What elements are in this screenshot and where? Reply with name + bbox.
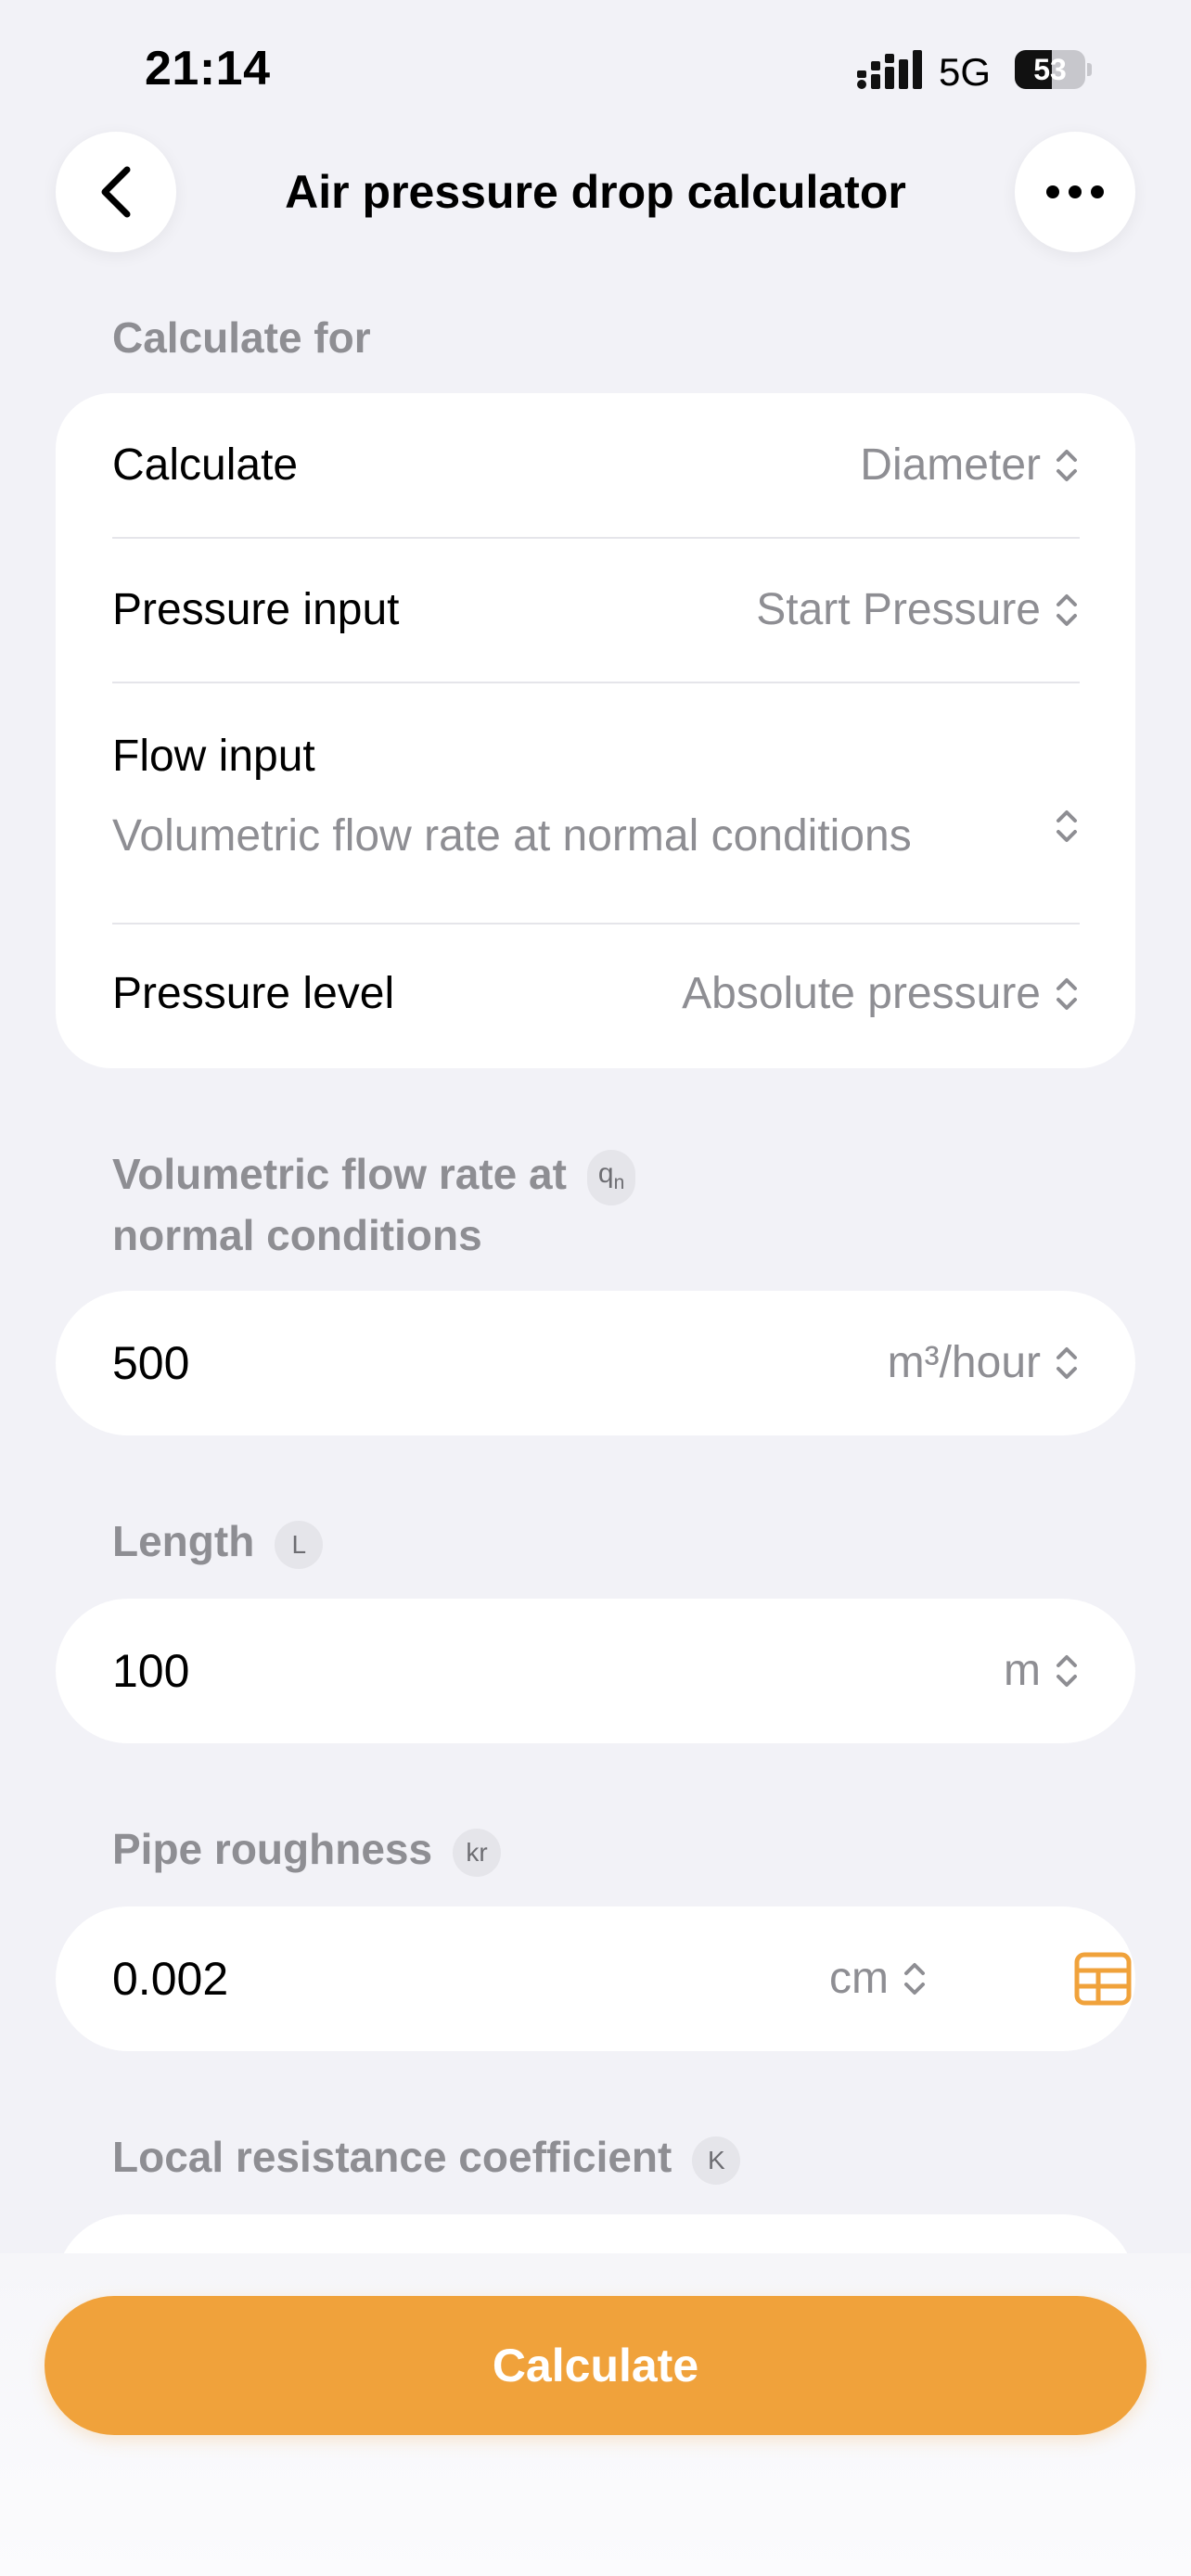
pressure-input-value: Start Pressure [756, 580, 1080, 640]
pipe-roughness-unit: cm [829, 1954, 889, 2003]
flow-input-selector[interactable]: Flow input Volumetric flow rate at norma… [56, 682, 1135, 924]
table-icon[interactable] [1074, 1952, 1132, 2006]
pressure-level-selector[interactable]: Pressure level Absolute pressure [56, 924, 1135, 1068]
length-label: Length L [112, 1511, 324, 1571]
app-screen: 21:14 5G 53 Air pressure drop calculator [0, 0, 1191, 2576]
chevron-up-down-icon [1057, 1347, 1077, 1379]
pressure-level-value: Absolute pressure [682, 964, 1080, 1024]
calculate-value-text: Diameter [860, 440, 1041, 490]
chevron-up-down-icon [1057, 978, 1077, 1010]
chevron-up-down-icon [1057, 594, 1077, 626]
length-field: m [56, 1599, 1135, 1743]
flow-rate-label-line1: Volumetric flow rate at [112, 1150, 567, 1198]
calculate-value: Diameter [860, 436, 1080, 495]
flow-input-value-text: Volumetric flow rate at normal condition… [112, 811, 912, 861]
flow-rate-label-line2: normal conditions [112, 1211, 482, 1259]
local-resistance-label: Local resistance coefficient K [112, 2127, 741, 2187]
chevron-left-icon [101, 166, 131, 218]
flow-rate-label: Volumetric flow rate at qn [112, 1144, 636, 1205]
battery-level: 53 [1033, 53, 1067, 86]
flow-rate-symbol-tag: qn [586, 1149, 636, 1205]
calculate-selector[interactable]: Calculate Diameter [56, 393, 1135, 538]
back-button[interactable] [56, 132, 176, 252]
length-label-text: Length [112, 1517, 255, 1565]
flow-input-label: Flow input [112, 732, 315, 781]
flow-rate-symbol: q [597, 1157, 614, 1189]
flow-rate-field: m³/hour [56, 1291, 1135, 1435]
ellipsis-icon [1046, 185, 1104, 198]
length-unit-selector[interactable]: m [1004, 1641, 1080, 1701]
pressure-level-label: Pressure level [112, 969, 395, 1018]
pressure-input-label: Pressure input [112, 585, 400, 634]
flow-rate-symbol-subscript: n [613, 1171, 625, 1193]
calculate-for-heading: Calculate for [112, 313, 371, 362]
chevron-up-down-icon [1057, 450, 1077, 481]
cellular-signal-icon [857, 50, 922, 89]
calculate-label: Calculate [112, 440, 299, 490]
pipe-roughness-field: cm [56, 1906, 1135, 2051]
local-resistance-symbol-tag: K [692, 2136, 741, 2185]
pipe-roughness-label-text: Pipe roughness [112, 1825, 433, 1873]
chevron-up-down-icon [904, 1963, 925, 1995]
flow-rate-unit: m³/hour [887, 1338, 1041, 1387]
flow-rate-input[interactable] [112, 1333, 762, 1393]
length-unit: m [1004, 1646, 1041, 1695]
page-title: Air pressure drop calculator [285, 166, 906, 218]
pressure-level-value-text: Absolute pressure [682, 969, 1041, 1018]
network-type: 5G [939, 50, 992, 94]
status-time: 21:14 [145, 42, 271, 96]
local-resistance-label-text: Local resistance coefficient [112, 2133, 672, 2181]
calculate-for-card: Calculate Diameter Pressure input Start … [56, 393, 1135, 1068]
flow-input-value [1054, 807, 1080, 846]
pipe-roughness-input[interactable] [112, 1949, 762, 2009]
pipe-roughness-label: Pipe roughness kr [112, 1819, 502, 1879]
pipe-roughness-unit-selector[interactable]: cm [829, 1949, 928, 2009]
pressure-input-selector[interactable]: Pressure input Start Pressure [56, 538, 1135, 682]
calculate-button[interactable]: Calculate [45, 2296, 1146, 2435]
pipe-roughness-symbol-tag: kr [453, 1828, 502, 1877]
status-bar: 21:14 5G 53 [0, 0, 1191, 139]
length-input[interactable] [112, 1641, 762, 1701]
length-symbol-tag: L [275, 1520, 324, 1569]
battery-icon: 53 [1015, 50, 1092, 89]
pressure-input-value-text: Start Pressure [756, 585, 1041, 634]
flow-rate-unit-selector[interactable]: m³/hour [888, 1333, 1080, 1393]
chevron-up-down-icon [1057, 1655, 1077, 1687]
chevron-up-down-icon [1057, 810, 1077, 842]
more-options-button[interactable] [1015, 132, 1135, 252]
